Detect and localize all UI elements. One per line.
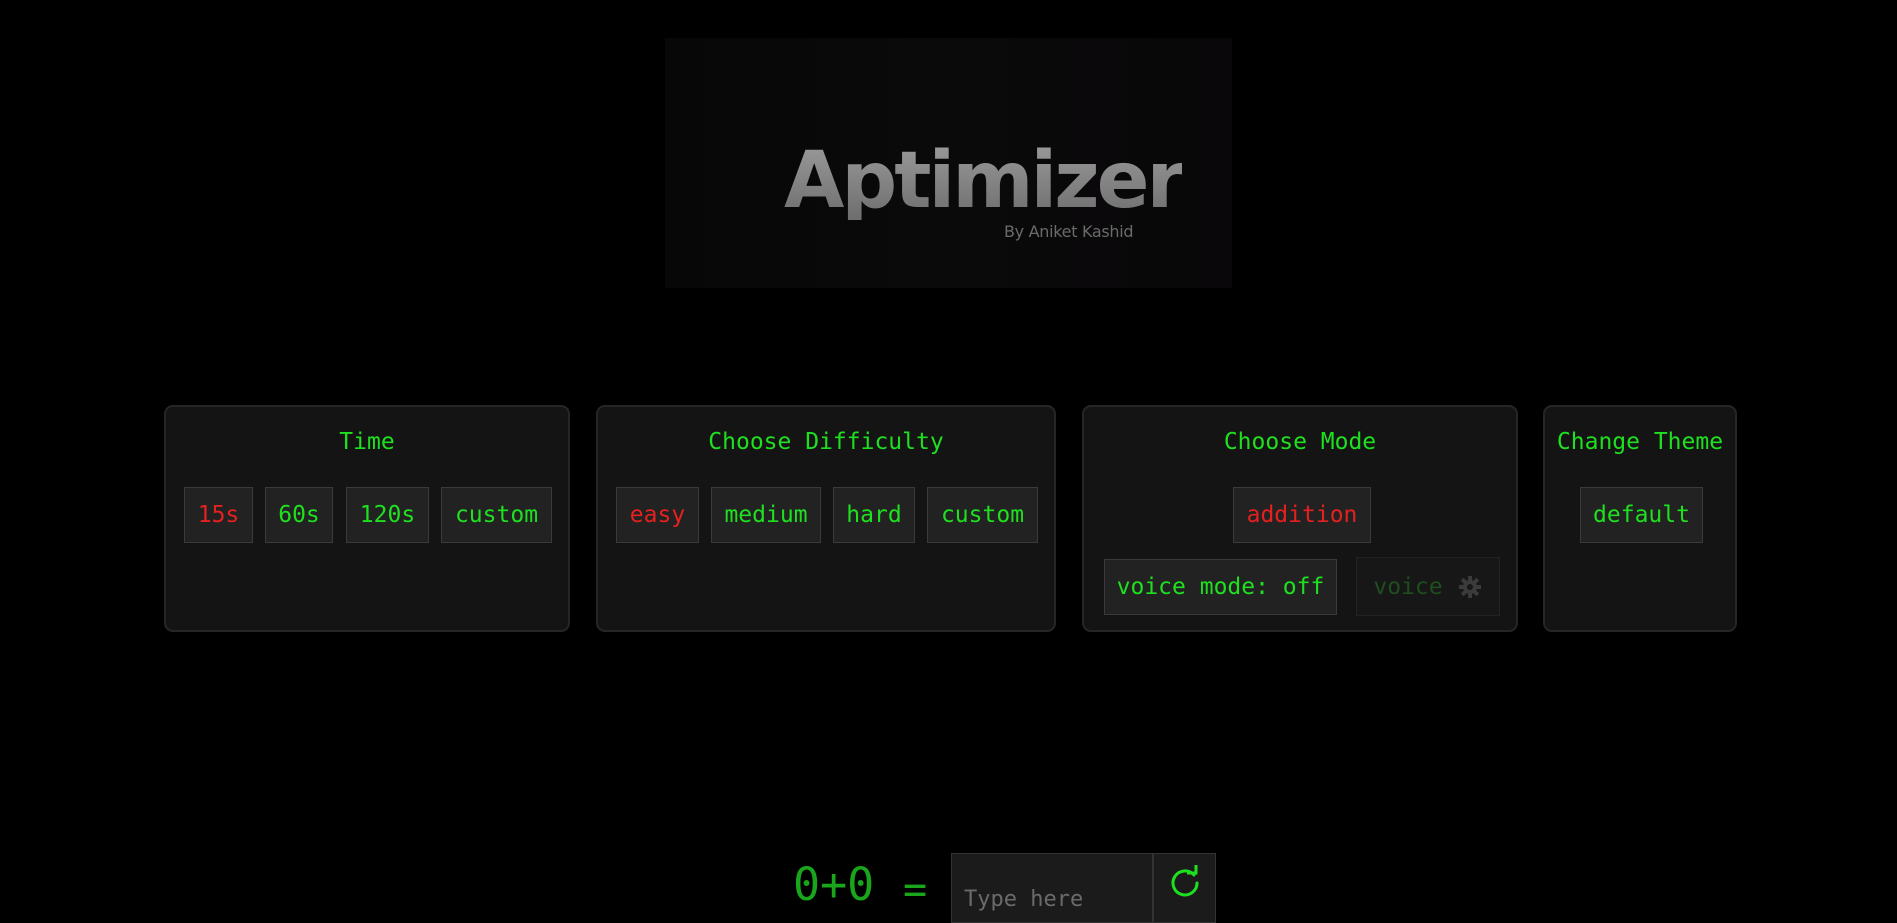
theme-default-button[interactable]: default: [1580, 487, 1703, 543]
question-expression: 0+0: [793, 858, 875, 911]
voice-settings-label: voice: [1373, 573, 1443, 600]
difficulty-card-title: Choose Difficulty: [708, 429, 944, 455]
mode-card: Choose Mode addition voice mode: off voi…: [1082, 405, 1518, 632]
difficulty-card: Choose Difficulty easy medium hard custo…: [596, 405, 1056, 632]
theme-card-title: Change Theme: [1556, 429, 1724, 455]
difficulty-custom-button[interactable]: custom: [927, 487, 1038, 543]
theme-card: Change Theme default: [1543, 405, 1737, 632]
time-custom-button[interactable]: custom: [441, 487, 552, 543]
difficulty-medium-button[interactable]: medium: [711, 487, 821, 543]
difficulty-easy-button[interactable]: easy: [616, 487, 699, 543]
voice-mode-toggle[interactable]: voice mode: off: [1104, 559, 1337, 615]
time-120s-button[interactable]: 120s: [346, 487, 429, 543]
author-byline: By Aniket Kashid: [1004, 222, 1134, 241]
time-card: Time 15s 60s 120s custom: [164, 405, 570, 632]
time-15s-button[interactable]: 15s: [184, 487, 253, 543]
gear-icon: [1457, 574, 1483, 600]
mode-card-title: Choose Mode: [1223, 429, 1377, 455]
difficulty-hard-button[interactable]: hard: [833, 487, 915, 543]
refresh-icon: [1167, 864, 1203, 904]
time-card-title: Time: [339, 429, 395, 455]
mode-addition-button[interactable]: addition: [1233, 487, 1371, 543]
equals-sign: =: [903, 867, 928, 913]
voice-settings-button[interactable]: voice: [1356, 557, 1500, 616]
app-logo: Aptimizer: [784, 136, 1185, 226]
time-60s-button[interactable]: 60s: [265, 487, 333, 543]
